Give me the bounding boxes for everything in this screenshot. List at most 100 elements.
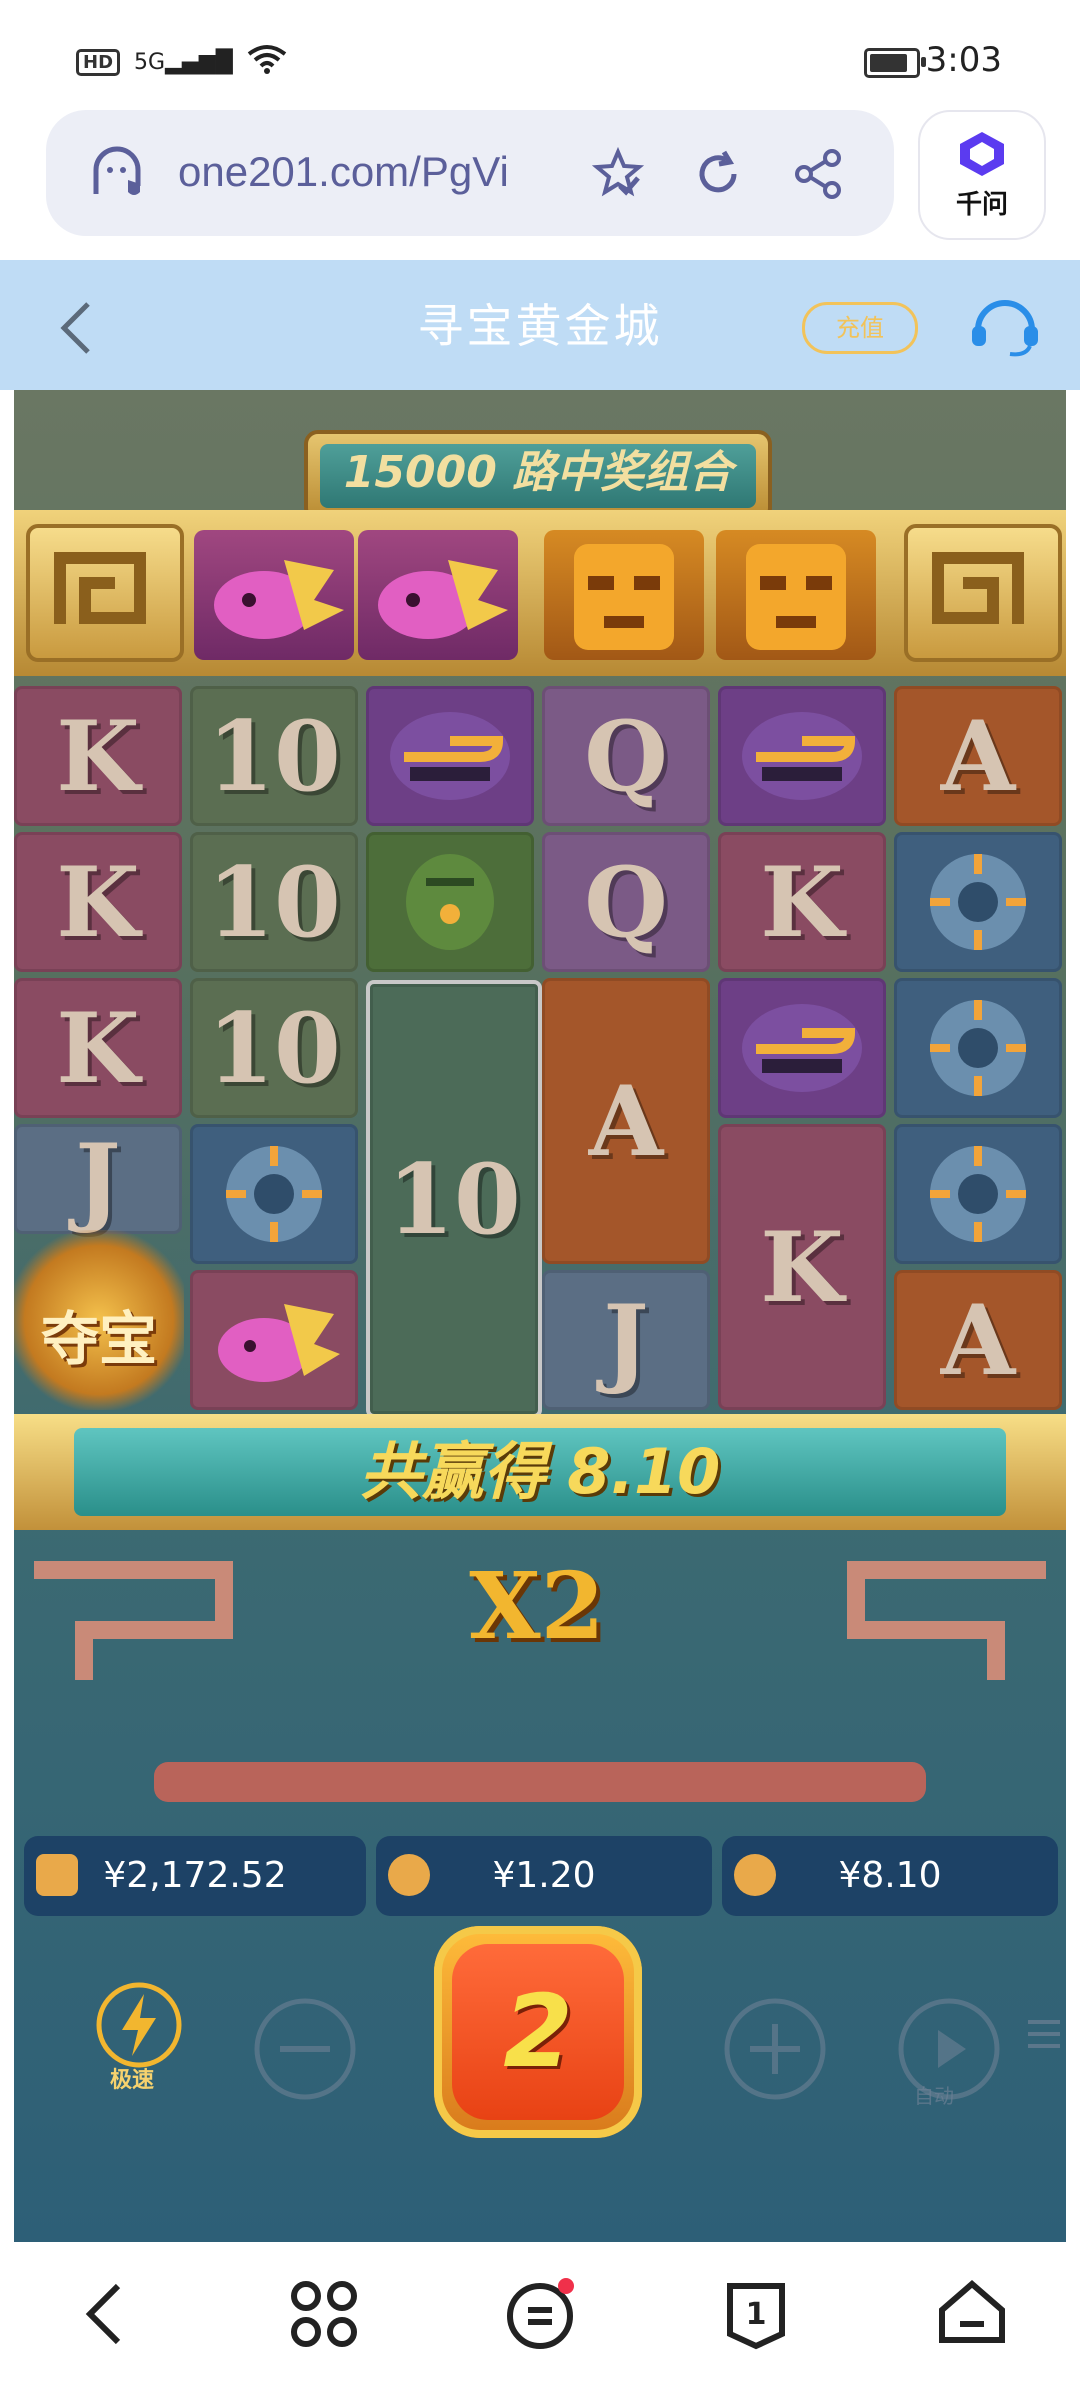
reel-cell-purple-snake (718, 978, 886, 1118)
reel-cell: 10 (190, 832, 358, 972)
reel-cell-sun-wheel (894, 978, 1062, 1118)
reel-cell-green-idol (366, 832, 534, 972)
decorative-strip (154, 1762, 926, 1802)
nav-back-icon[interactable] (66, 2274, 146, 2354)
symbol-number: 10 (207, 845, 341, 959)
symbol-letter: K (56, 991, 140, 1105)
address-bar[interactable]: one201.com/PgVi (46, 110, 894, 236)
top-symbol-3-gold-mask (544, 530, 704, 660)
sun-wheel-icon (226, 1146, 322, 1242)
symbol-letter: K (56, 699, 140, 813)
bet-pill: ¥1.20 (376, 1836, 712, 1916)
reel-cell: K (14, 686, 182, 826)
symbol-letter: A (940, 699, 1016, 813)
spin-button[interactable]: 2 (434, 1926, 642, 2138)
wifi-icon (247, 44, 287, 80)
pink-bird-icon (218, 1304, 340, 1382)
symbol-letter: K (56, 845, 140, 959)
nav-apps-icon[interactable] (284, 2274, 364, 2354)
page-title: 寻宝黄金城 (417, 299, 663, 353)
serpent-ornament-right (847, 1561, 1046, 1680)
reel-cell-sun-wheel (894, 1124, 1062, 1264)
balance-value: ¥2,172.52 (103, 1855, 287, 1896)
symbol-letter: J (75, 1122, 121, 1236)
total-win-text: 共赢得 8.10 (74, 1428, 1006, 1516)
sun-wheel-icon (930, 854, 1026, 950)
menu-icon[interactable] (1024, 2014, 1064, 2054)
reel-cell-pink-bird (190, 1270, 358, 1410)
privacy-ghost-icon[interactable] (90, 146, 144, 200)
refresh-icon[interactable] (690, 146, 746, 202)
wallet-icon (36, 1854, 78, 1896)
ways-banner: 15000 路中奖组合 (304, 430, 772, 522)
green-idol-icon (406, 854, 494, 950)
reel-cell: K (14, 832, 182, 972)
slot-game[interactable]: 15000 路中奖组合 K K K J 10 10 10 10 Q Q A J … (14, 390, 1066, 2242)
qianwen-button[interactable]: 千问 (918, 110, 1046, 240)
reel-cell-purple-snake (718, 686, 886, 826)
top-reel-bar (14, 510, 1066, 676)
browser-bottom-nav: 1 (0, 2242, 1080, 2388)
multiplier: X2 (469, 1552, 605, 1660)
battery-icon (864, 48, 926, 78)
reel-cell: K (718, 1124, 886, 1410)
sun-wheel-icon (930, 1000, 1026, 1096)
signal-icon: 5G▂▄▆█ (134, 49, 233, 75)
url-text[interactable]: one201.com/PgVi (178, 148, 509, 196)
qianwen-label: 千问 (955, 190, 1008, 220)
reel-cell: J (542, 1270, 710, 1410)
symbol-letter: A (940, 1283, 1016, 1397)
symbol-number: 10 (207, 699, 341, 813)
network-label: 5G (134, 49, 166, 75)
reel-cell: Q (542, 832, 710, 972)
turbo-label: 极速 (110, 2068, 155, 2093)
purple-snake-icon (390, 712, 510, 800)
symbol-letter: A (588, 1064, 664, 1178)
share-icon[interactable] (790, 146, 846, 202)
treasure-scatter: 夺宝 (14, 1230, 184, 1410)
win-value: ¥8.10 (838, 1855, 942, 1896)
symbol-letter: J (603, 1283, 649, 1397)
purple-snake-icon (742, 1004, 862, 1092)
minus-bet-button[interactable] (250, 1994, 360, 2104)
reel-cell: K (14, 978, 182, 1118)
favorite-star-icon[interactable] (590, 146, 646, 202)
clock: 3:03 (925, 40, 1002, 80)
reel-cell: 10 (190, 978, 358, 1118)
plus-bet-button[interactable] (720, 1994, 830, 2104)
spiral-ornament-left (26, 524, 184, 662)
reel-cell: Q (542, 686, 710, 826)
nav-menu-icon[interactable] (500, 2274, 580, 2354)
reel-cell-sun-wheel (190, 1124, 358, 1264)
top-symbol-1-pink-bird (194, 530, 354, 660)
reel-cell-purple-snake (366, 686, 534, 826)
customer-service-icon[interactable] (970, 296, 1040, 358)
spin-count: 2 (452, 1944, 624, 2120)
turbo-icon[interactable] (94, 1980, 184, 2070)
win-banner: 共赢得 8.10 (14, 1414, 1066, 1530)
serpent-ornament-left (34, 1561, 233, 1680)
svg-text:1: 1 (746, 2297, 767, 2332)
reel-cell: 10 (190, 686, 358, 826)
reel-cell: A (894, 1270, 1062, 1410)
qianwen-logo-icon (960, 132, 1004, 176)
reel-cell: A (542, 978, 710, 1264)
reel-cell: J (14, 1122, 182, 1236)
bet-value: ¥1.20 (492, 1855, 596, 1896)
nav-home-icon[interactable] (932, 2274, 1012, 2354)
purple-snake-icon (742, 712, 862, 800)
top-symbol-2-pink-bird (358, 530, 518, 660)
symbol-letter: K (760, 1210, 844, 1324)
reel-cell-big-ten: 10 (366, 980, 542, 1418)
coin-stack-icon (388, 1854, 430, 1896)
nav-tabs-icon[interactable]: 1 (716, 2274, 796, 2354)
hd-badge: HD (76, 48, 121, 76)
recharge-button[interactable]: 充值 (802, 302, 918, 354)
treasure-label: 夺宝 (40, 1305, 157, 1373)
prize-icon (734, 1854, 776, 1896)
ways-banner-text: 15000 路中奖组合 (320, 444, 756, 508)
symbol-number: 10 (207, 991, 341, 1105)
top-symbol-4-gold-mask (716, 530, 876, 660)
symbol-number: 10 (387, 1142, 521, 1256)
autoplay-label: 自动 (914, 2084, 954, 2108)
